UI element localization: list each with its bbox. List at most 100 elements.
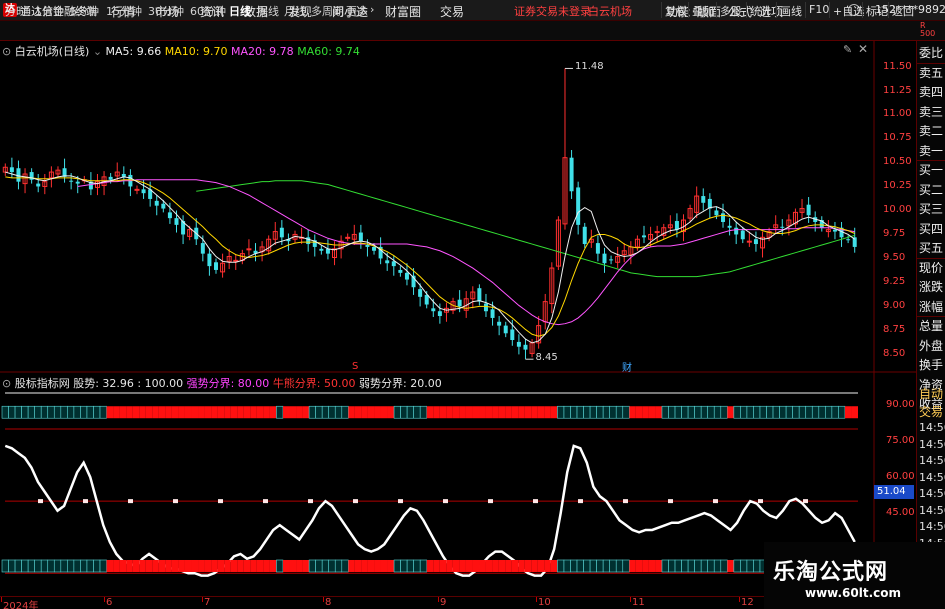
status-bar-cell-strong xyxy=(733,559,741,573)
status-bar-cell-weak xyxy=(250,559,257,572)
status-bar-cell-weak xyxy=(498,406,506,419)
status-bar-cell-weak xyxy=(282,406,290,419)
status-bar-cell-weak xyxy=(224,559,231,572)
period-fenshi[interactable]: 分时 xyxy=(5,3,27,19)
status-bar-cell-strong xyxy=(713,559,722,573)
tick-time-label: 14:56 xyxy=(919,487,945,500)
auto-trade-item[interactable]: 自动 xyxy=(919,384,943,404)
ref-dot-marker xyxy=(578,499,583,504)
status-bar-cell-weak xyxy=(511,559,519,572)
fuquan-button[interactable]: 复权 xyxy=(661,2,690,18)
status-bar-cell-weak xyxy=(505,406,512,419)
status-bar-cell-strong xyxy=(93,559,101,573)
period-monthly[interactable]: 月线 xyxy=(284,3,306,19)
tongji-button[interactable]: 统计 xyxy=(746,2,775,18)
huaxian-button[interactable]: 画线 xyxy=(776,2,805,18)
status-bar-cell-weak xyxy=(531,406,538,419)
status-bar-cell-weak xyxy=(485,406,493,419)
status-bar-cell-strong xyxy=(14,405,22,419)
quote-field-item[interactable]: 现价 xyxy=(919,258,943,278)
quote-field-item[interactable]: 外盘 xyxy=(919,336,943,356)
status-bar-cell-strong xyxy=(622,559,630,573)
menu-caifuquan[interactable]: 财富圈 xyxy=(385,3,421,20)
price-axis-label: 9.25 xyxy=(883,276,906,288)
status-bar-cell-strong xyxy=(687,405,695,419)
period-multi[interactable]: 多周期 xyxy=(311,3,344,19)
status-bar-cell-weak xyxy=(465,559,473,572)
quote-field-item[interactable]: 卖五 xyxy=(919,63,943,83)
candle-body-down xyxy=(214,262,218,270)
candle-body-down xyxy=(75,181,80,184)
status-bar-cell-weak xyxy=(198,559,205,572)
status-bar-cell-strong xyxy=(661,405,669,419)
ref-dot-marker xyxy=(488,499,493,504)
date-axis-tick xyxy=(536,597,537,602)
status-bar-cell-weak xyxy=(361,559,368,572)
status-bar-cell-weak xyxy=(479,406,486,419)
candle-body-down xyxy=(161,203,166,209)
quote-field-item[interactable]: 卖一 xyxy=(919,141,943,161)
quote-field-item[interactable]: 卖四 xyxy=(919,82,943,102)
diejia-button[interactable]: 叠加 xyxy=(688,2,717,18)
quote-field-item[interactable]: 买二 xyxy=(919,180,943,200)
candle-body-down xyxy=(279,227,284,238)
quote-field-item[interactable]: 涨幅 xyxy=(919,297,943,317)
ref-dot-marker xyxy=(128,499,133,504)
quote-field-item[interactable]: 买三 xyxy=(919,199,943,219)
period-daily[interactable]: 日线 xyxy=(229,3,251,19)
duogu-button[interactable]: 多股 xyxy=(716,2,745,18)
menu-jiaoyi[interactable]: 交易 xyxy=(440,3,464,20)
candle-body-down xyxy=(609,259,614,261)
status-bar-cell-weak xyxy=(452,406,460,419)
mark-button[interactable]: 标记 xyxy=(862,2,891,18)
ma60-line xyxy=(196,180,855,278)
quote-field-item[interactable]: 总量 xyxy=(919,316,943,336)
status-bar-cell-strong xyxy=(334,559,343,573)
trade-login-notice[interactable]: 证券交易未登录 xyxy=(514,3,591,19)
more-chevron-icon[interactable]: › xyxy=(370,3,374,16)
status-bar-cell-strong xyxy=(557,559,565,573)
status-bar-cell-weak xyxy=(354,559,362,572)
quote-field-item[interactable]: 卖三 xyxy=(919,102,943,122)
quote-field-item[interactable]: 买四 xyxy=(919,219,943,239)
quote-field-item[interactable]: 买一 xyxy=(919,160,943,180)
candle-body-down xyxy=(36,183,41,187)
status-bar-cell-weak xyxy=(204,559,212,572)
status-bar-cell-weak xyxy=(126,559,133,572)
quote-field-item[interactable]: 委比 xyxy=(919,43,943,63)
period-30min[interactable]: 30分钟 xyxy=(148,3,184,19)
status-bar-cell-weak xyxy=(289,559,297,572)
status-bar-cell-weak xyxy=(629,559,636,572)
finance-event-marker: 财 xyxy=(622,363,632,374)
period-5min[interactable]: 5分钟 xyxy=(70,3,99,19)
date-axis xyxy=(0,596,764,609)
quote-field-item[interactable]: 卖二 xyxy=(919,121,943,141)
period-60min[interactable]: 60分钟 xyxy=(190,3,226,19)
status-bar-cell-strong xyxy=(400,405,408,419)
status-bar-cell-strong xyxy=(557,405,565,419)
auto-trade-item[interactable]: 交易 xyxy=(919,402,943,422)
status-bar-cell-weak xyxy=(655,406,662,419)
status-bar-cell-strong xyxy=(80,405,88,419)
status-bar-cell-strong xyxy=(720,405,728,419)
quote-field-item[interactable]: 涨跌 xyxy=(919,277,943,297)
candle-body-up xyxy=(746,240,752,243)
period-1min[interactable]: 1分钟 xyxy=(35,3,64,19)
candle-body-down xyxy=(490,309,495,318)
candle-body-down xyxy=(721,213,726,222)
period-15min[interactable]: 15分钟 xyxy=(106,3,142,19)
period-weekly[interactable]: 周线 xyxy=(257,3,279,19)
status-bar-cell-weak xyxy=(511,406,519,419)
chart-canvas[interactable] xyxy=(0,41,916,596)
status-bar-cell-strong xyxy=(805,405,813,419)
status-bar-cell-strong xyxy=(602,405,610,419)
status-bar-cell-weak xyxy=(544,559,551,572)
status-bar-cell-weak xyxy=(446,406,453,419)
period-more[interactable]: 更多 xyxy=(346,3,368,19)
status-bar-cell-strong xyxy=(21,559,29,573)
quote-field-item[interactable]: 换手 xyxy=(919,355,943,375)
back-button[interactable]: 返回 xyxy=(888,2,917,18)
status-bar-cell-weak xyxy=(459,406,466,419)
quote-field-item[interactable]: 买五 xyxy=(919,238,943,258)
status-bar-cell-weak xyxy=(348,559,355,572)
